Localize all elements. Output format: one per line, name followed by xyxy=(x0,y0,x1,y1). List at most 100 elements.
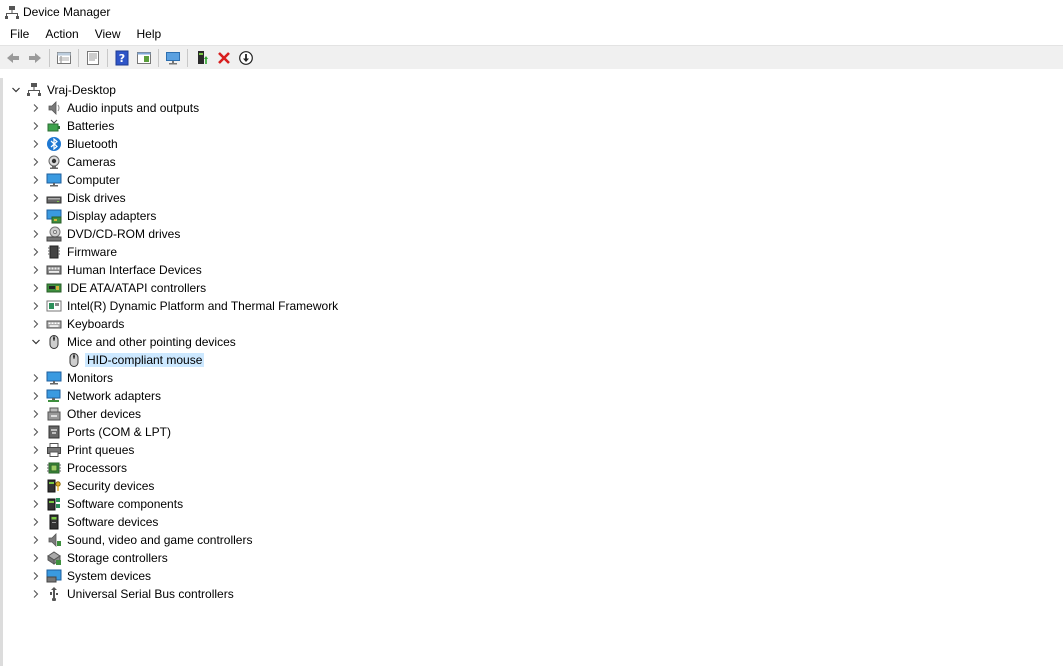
tree-item-label: Storage controllers xyxy=(67,551,168,565)
download-circle-button[interactable] xyxy=(235,47,257,69)
tree-category[interactable]: DVD/CD-ROM drives xyxy=(29,225,182,243)
forward-arrow-icon xyxy=(29,53,41,63)
tree-category[interactable]: Bluetooth xyxy=(29,135,120,153)
chevron-right-icon[interactable] xyxy=(29,99,43,117)
chevron-right-icon[interactable] xyxy=(29,315,43,333)
tree-category[interactable]: System devices xyxy=(29,567,153,585)
tree-category[interactable]: Software devices xyxy=(29,513,160,531)
tree-item-label: Monitors xyxy=(67,371,114,385)
chevron-right-icon[interactable] xyxy=(29,387,43,405)
chevron-right-icon[interactable] xyxy=(29,225,43,243)
device-tree[interactable]: Vraj-Desktop Audio inputs and outputs Batt… xyxy=(0,78,1063,666)
properties-sheet-icon xyxy=(87,51,99,65)
menu-view[interactable]: View xyxy=(87,24,129,44)
back-arrow-button[interactable] xyxy=(2,47,24,69)
chevron-right-icon[interactable] xyxy=(29,297,43,315)
chevron-right-icon[interactable] xyxy=(29,279,43,297)
tree-category[interactable]: Software components xyxy=(29,495,185,513)
tree-category[interactable]: Other devices xyxy=(29,405,143,423)
tree-category[interactable]: Cameras xyxy=(29,153,118,171)
port-icon xyxy=(46,424,62,440)
tree-category[interactable]: Intel(R) Dynamic Platform and Thermal Fr… xyxy=(29,297,340,315)
monitor-icon xyxy=(46,370,62,386)
tree-category[interactable]: Keyboards xyxy=(29,315,126,333)
view-panel-button[interactable] xyxy=(133,47,155,69)
chevron-right-icon[interactable] xyxy=(29,405,43,423)
tree-item-label: Universal Serial Bus controllers xyxy=(67,587,234,601)
tree-category[interactable]: Security devices xyxy=(29,477,156,495)
menu-help[interactable]: Help xyxy=(129,24,170,44)
tree-root-computer[interactable]: Vraj-Desktop xyxy=(9,81,118,99)
tree-item-label: Software devices xyxy=(67,515,159,529)
update-driver-icon xyxy=(198,51,208,64)
properties-sheet-button[interactable] xyxy=(82,47,104,69)
chevron-right-icon[interactable] xyxy=(29,171,43,189)
tree-category[interactable]: Universal Serial Bus controllers xyxy=(29,585,236,603)
forward-arrow-button[interactable] xyxy=(24,47,46,69)
tree-category[interactable]: Print queues xyxy=(29,441,136,459)
chevron-right-icon[interactable] xyxy=(29,243,43,261)
tree-category[interactable]: Batteries xyxy=(29,117,116,135)
toolbar-separator xyxy=(49,49,50,67)
chevron-right-icon[interactable] xyxy=(29,567,43,585)
scan-monitor-button[interactable] xyxy=(162,47,184,69)
tree-category[interactable]: Storage controllers xyxy=(29,549,170,567)
hid-keyboard-icon xyxy=(46,262,62,278)
tree-category[interactable]: Computer xyxy=(29,171,122,189)
tree-category[interactable]: Processors xyxy=(29,459,129,477)
tree-category[interactable]: Network adapters xyxy=(29,387,163,405)
chevron-right-icon[interactable] xyxy=(29,135,43,153)
chevron-right-icon[interactable] xyxy=(29,585,43,603)
tree-item-label: Audio inputs and outputs xyxy=(67,101,200,115)
chevron-down-icon[interactable] xyxy=(29,333,43,351)
chevron-right-icon[interactable] xyxy=(29,117,43,135)
printer-icon xyxy=(46,442,62,458)
tree-category[interactable]: Disk drives xyxy=(29,189,128,207)
chevron-right-icon[interactable] xyxy=(29,459,43,477)
chevron-right-icon[interactable] xyxy=(29,495,43,513)
chevron-right-icon[interactable] xyxy=(29,423,43,441)
update-driver-button[interactable] xyxy=(191,47,213,69)
tree-item-label: Other devices xyxy=(67,407,142,421)
tree-category[interactable]: Monitors xyxy=(29,369,115,387)
tree-item-label: Print queues xyxy=(67,443,135,457)
chevron-right-icon[interactable] xyxy=(29,441,43,459)
chevron-right-icon[interactable] xyxy=(29,549,43,567)
tree-category[interactable]: Human Interface Devices xyxy=(29,261,204,279)
chevron-right-icon[interactable] xyxy=(29,513,43,531)
menu-action[interactable]: Action xyxy=(37,24,86,44)
software-component-icon xyxy=(46,496,62,512)
toolbar-separator xyxy=(107,49,108,67)
tree-category[interactable]: Mice and other pointing devices xyxy=(29,333,238,351)
tree-category[interactable]: Sound, video and game controllers xyxy=(29,531,254,549)
uninstall-x-button[interactable] xyxy=(213,47,235,69)
tree-category[interactable]: Audio inputs and outputs xyxy=(29,99,201,117)
tree-category[interactable]: Firmware xyxy=(29,243,119,261)
menu-bar: File Action View Help xyxy=(0,24,1063,44)
chevron-right-icon[interactable] xyxy=(29,189,43,207)
help-button[interactable]: ? xyxy=(111,47,133,69)
disk-drive-icon xyxy=(46,190,62,206)
software-device-icon xyxy=(46,514,62,530)
chevron-right-icon[interactable] xyxy=(29,477,43,495)
chevron-right-icon[interactable] xyxy=(29,531,43,549)
chevron-right-icon[interactable] xyxy=(29,207,43,225)
usb-icon xyxy=(46,586,62,602)
properties-grid-button[interactable] xyxy=(53,47,75,69)
tree-category[interactable]: IDE ATA/ATAPI controllers xyxy=(29,279,208,297)
computer-root-icon xyxy=(26,82,42,98)
security-device-icon xyxy=(46,478,62,494)
toolbar-separator xyxy=(187,49,188,67)
tree-device-item[interactable]: HID-compliant mouse xyxy=(49,351,205,369)
menu-file[interactable]: File xyxy=(0,24,37,44)
bluetooth-icon xyxy=(46,136,62,152)
chevron-down-icon[interactable] xyxy=(9,81,23,99)
svg-text:?: ? xyxy=(119,52,125,65)
chevron-right-icon[interactable] xyxy=(29,153,43,171)
processor-icon xyxy=(46,460,62,476)
chevron-right-icon[interactable] xyxy=(29,369,43,387)
tree-item-label: Human Interface Devices xyxy=(67,263,202,277)
tree-category[interactable]: Display adapters xyxy=(29,207,158,225)
chevron-right-icon[interactable] xyxy=(29,261,43,279)
tree-category[interactable]: Ports (COM & LPT) xyxy=(29,423,173,441)
